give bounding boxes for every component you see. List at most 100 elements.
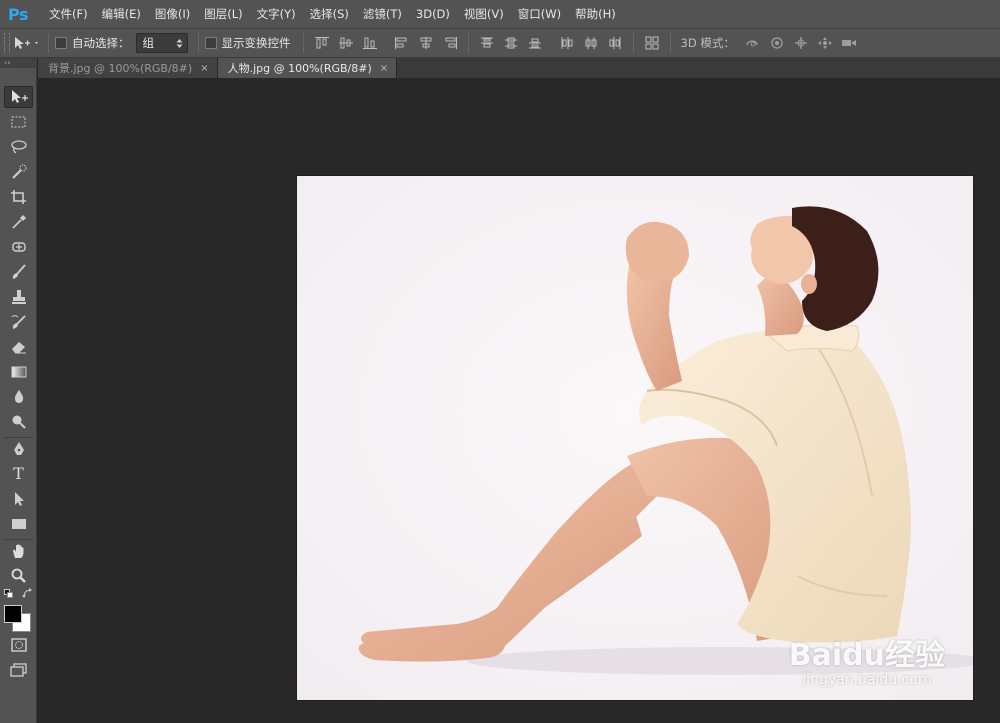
eraser-icon — [11, 342, 26, 354]
distribute-left-button[interactable] — [555, 32, 579, 54]
collapse-glyph: ›› — [4, 58, 11, 67]
foreground-color-swatch[interactable] — [4, 605, 22, 623]
menu-type[interactable]: 文字(Y) — [250, 0, 303, 28]
toolbar-collapse[interactable]: ›› — [0, 58, 37, 68]
stepper-arrows-icon — [176, 38, 182, 48]
history-brush-icon — [11, 315, 26, 329]
distribute-bottom-icon — [528, 38, 541, 49]
document-tabs: 背景.jpg @ 100%(RGB/8#) × 人物.jpg @ 100%(RG… — [38, 58, 1000, 78]
menu-select[interactable]: 选择(S) — [303, 0, 356, 28]
distribute-vcenter-button[interactable] — [499, 32, 523, 54]
stamp-tool[interactable] — [4, 286, 33, 308]
align-bottom-edges-button[interactable] — [358, 32, 382, 54]
auto-align-icon — [645, 36, 658, 50]
3d-rotate-icon — [746, 40, 758, 47]
align-vcenter-icon — [338, 37, 353, 49]
menu-file[interactable]: 文件(F) — [42, 0, 95, 28]
pen-tool[interactable] — [4, 438, 33, 460]
mode-3d-label: 3D 模式： — [680, 36, 735, 50]
quick-select-tool[interactable] — [4, 161, 33, 183]
auto-select-checkbox[interactable] — [55, 37, 67, 49]
healing-tool[interactable] — [4, 236, 33, 258]
eyedropper-icon — [11, 215, 26, 229]
tab-person-jpg[interactable]: 人物.jpg @ 100%(RGB/8#) × — [217, 58, 398, 78]
eraser-tool[interactable] — [4, 336, 33, 358]
brush-tool[interactable] — [4, 261, 33, 283]
eyedropper-tool[interactable] — [4, 211, 33, 233]
align-left-icon — [394, 37, 406, 49]
align-right-edges-button[interactable] — [438, 32, 462, 54]
3d-slide-button[interactable] — [813, 32, 837, 54]
options-separator — [48, 33, 49, 53]
menu-filter[interactable]: 滤镜(T) — [356, 0, 409, 28]
auto-select-label: 自动选择： — [72, 36, 130, 50]
screen-mode-button[interactable] — [4, 659, 33, 681]
align-horizontal-centers-button[interactable] — [414, 32, 438, 54]
move-tool-preset-icon[interactable] — [10, 32, 42, 54]
dodge-tool[interactable] — [4, 411, 33, 433]
options-separator — [632, 33, 634, 53]
align-bottom-icon — [362, 37, 377, 49]
distribute-right-button[interactable] — [603, 32, 627, 54]
gradient-tool[interactable] — [4, 361, 33, 383]
menu-layer[interactable]: 图层(L) — [197, 0, 249, 28]
lasso-tool[interactable] — [4, 136, 33, 158]
menu-image[interactable]: 图像(I) — [148, 0, 197, 28]
watermark-brand: Baidu经验 — [788, 638, 945, 673]
swap-colors-icon[interactable] — [22, 588, 33, 599]
shape-tool[interactable] — [4, 513, 33, 535]
distribute-hcenter-button[interactable] — [579, 32, 603, 54]
history-brush-tool[interactable] — [4, 311, 33, 333]
path-select-icon — [14, 492, 24, 506]
options-separator — [197, 33, 199, 53]
quick-mask-button[interactable] — [4, 634, 33, 656]
align-top-edges-button[interactable] — [310, 32, 334, 54]
type-tool[interactable]: T — [4, 463, 33, 485]
align-left-edges-button[interactable] — [390, 32, 414, 54]
options-separator — [302, 33, 304, 53]
distribute-top-button[interactable] — [475, 32, 499, 54]
canvas-area[interactable]: Baidu经验 jingyan.baidu.com — [38, 78, 1000, 723]
type-icon: T — [13, 464, 24, 483]
distribute-vcenter-icon — [504, 37, 517, 49]
healing-brush-icon — [11, 242, 26, 252]
menu-3d[interactable]: 3D(D) — [409, 0, 457, 28]
path-select-tool[interactable] — [4, 488, 33, 510]
hand-tool[interactable] — [4, 540, 33, 562]
show-transform-checkbox[interactable] — [204, 37, 217, 49]
tab-background-jpg[interactable]: 背景.jpg @ 100%(RGB/8#) × — [38, 58, 218, 78]
tab-close-icon[interactable]: × — [200, 63, 208, 74]
logo-text: Ps — [8, 4, 28, 24]
blur-tool[interactable] — [4, 386, 33, 408]
auto-align-layers-button[interactable] — [640, 32, 664, 54]
tab-close-icon[interactable]: × — [380, 63, 388, 74]
zoom-tool[interactable] — [4, 565, 33, 587]
3d-rotate-button[interactable] — [741, 32, 765, 54]
marquee-tool[interactable] — [4, 111, 33, 133]
options-separator — [669, 33, 671, 53]
document-image[interactable]: Baidu经验 jingyan.baidu.com — [297, 176, 973, 700]
3d-roll-button[interactable] — [765, 32, 789, 54]
distribute-top-icon — [480, 37, 493, 48]
zoom-icon — [11, 568, 26, 583]
align-hcenter-icon — [420, 37, 431, 49]
align-vertical-centers-button[interactable] — [334, 32, 358, 54]
tools-panel: T — [0, 68, 37, 723]
rect-marquee-icon — [11, 116, 25, 128]
menu-window[interactable]: 窗口(W) — [511, 0, 568, 28]
menu-edit[interactable]: 编辑(E) — [95, 0, 148, 28]
tab-label: 背景.jpg @ 100%(RGB/8#) — [48, 62, 193, 75]
3d-pan-button[interactable] — [789, 32, 813, 54]
menu-help[interactable]: 帮助(H) — [568, 0, 623, 28]
auto-select-dropdown[interactable]: 组 — [135, 33, 188, 53]
crop-tool[interactable] — [4, 186, 33, 208]
options-bar: 自动选择： 组 显示变换控件 3D 模式： — [0, 28, 1000, 58]
distribute-bottom-button[interactable] — [523, 32, 547, 54]
3d-roll-icon — [771, 37, 783, 49]
move-tool[interactable] — [4, 86, 33, 108]
menu-view[interactable]: 视图(V) — [457, 0, 511, 28]
default-colors-icon[interactable] — [4, 589, 14, 599]
align-top-icon — [314, 37, 329, 49]
3d-pan-icon — [794, 37, 807, 49]
3d-scale-button[interactable] — [837, 32, 861, 54]
